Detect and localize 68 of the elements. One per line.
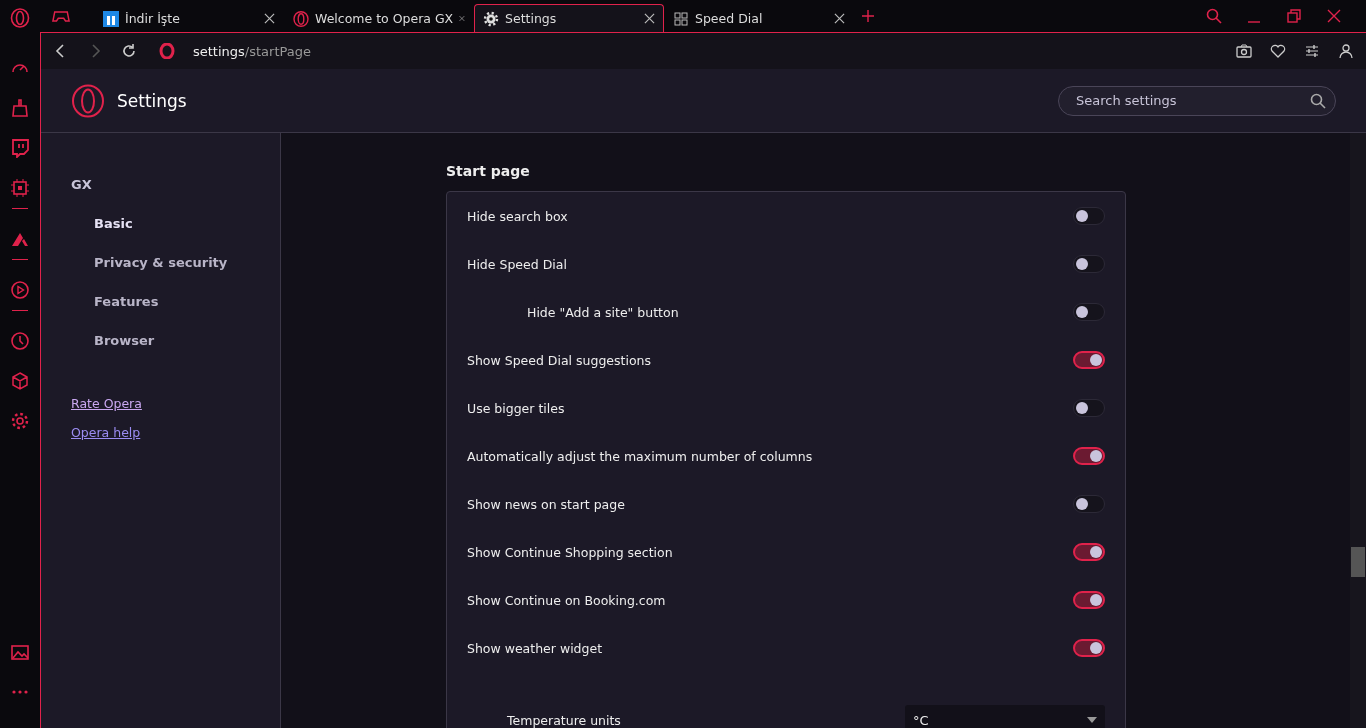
heart-icon[interactable]	[1270, 43, 1286, 59]
setting-label: Automatically adjust the maximum number of columns	[467, 448, 813, 464]
scrollbar[interactable]	[1350, 133, 1366, 728]
opera-logo-icon	[159, 43, 175, 59]
toggle-switch[interactable]	[1073, 495, 1105, 513]
nav-item[interactable]: Features	[94, 294, 159, 309]
cube-icon[interactable]	[10, 371, 30, 391]
broom-icon[interactable]	[10, 98, 30, 118]
twitch-icon[interactable]	[10, 138, 30, 158]
nav-item[interactable]: Browser	[94, 333, 155, 348]
settings-icon[interactable]	[10, 411, 30, 431]
nav-section[interactable]: GX	[71, 177, 92, 192]
setting-label: Show Continue on Booking.com	[467, 592, 666, 608]
setting-label: Show news on start page	[467, 496, 625, 512]
toggle-switch[interactable]	[1073, 255, 1105, 273]
browser-tab[interactable]: Speed Dial	[664, 4, 854, 32]
setting-label: Hide "Add a site" button	[527, 304, 679, 320]
close-icon[interactable]	[1326, 8, 1342, 24]
restore-icon[interactable]	[1286, 8, 1302, 24]
caret-icon	[1087, 717, 1097, 723]
setting-label: Show Continue Shopping section	[467, 544, 673, 560]
browser-tab[interactable]: İndir İşte	[94, 4, 284, 32]
setting-label: Show Speed Dial suggestions	[467, 352, 652, 368]
toggle-switch[interactable]	[1073, 543, 1105, 561]
toggle-switch[interactable]	[1073, 351, 1105, 369]
camera-icon[interactable]	[1236, 43, 1252, 59]
gamepad-icon[interactable]	[52, 9, 70, 23]
help-link[interactable]: Rate Opera	[71, 396, 142, 411]
setting-label: Use bigger tiles	[467, 400, 565, 416]
page-title: Settings	[117, 90, 187, 111]
setting-label: Hide Speed Dial	[467, 256, 567, 272]
toggle-switch[interactable]	[1073, 639, 1105, 657]
close-icon[interactable]	[264, 13, 275, 24]
image-icon[interactable]	[10, 642, 30, 662]
play-icon[interactable]	[10, 280, 30, 300]
gear-icon	[483, 10, 499, 27]
toggle-switch[interactable]	[1073, 207, 1105, 225]
opera-logo-icon	[71, 83, 105, 118]
section-title: Start page	[446, 163, 531, 179]
setting-label: Show weather widget	[467, 640, 603, 656]
browser-tab[interactable]: Settings	[474, 4, 664, 32]
opera-logo-icon[interactable]	[10, 8, 30, 28]
toggle-switch[interactable]	[1073, 447, 1105, 465]
nav-item[interactable]: Privacy & security	[94, 255, 228, 270]
opera-logo-icon	[293, 10, 309, 27]
grid-icon	[673, 10, 689, 27]
clock-icon[interactable]	[10, 331, 30, 351]
nav-item[interactable]: Basic	[94, 216, 133, 231]
app-icon	[103, 10, 119, 27]
toggle-switch[interactable]	[1073, 591, 1105, 609]
toggle-switch[interactable]	[1073, 399, 1105, 417]
temperature-dropdown[interactable]: °C	[905, 705, 1105, 728]
search-field[interactable]: Search settings	[1058, 85, 1336, 116]
reload-icon[interactable]	[121, 43, 137, 59]
help-link[interactable]: Opera help	[71, 425, 141, 440]
browser-tab[interactable]: Welcome to Opera GX	[284, 4, 474, 32]
address-field[interactable]: settings/startPage	[193, 43, 311, 59]
toggle-switch[interactable]	[1073, 303, 1105, 321]
setting-label: Temperature units	[507, 712, 621, 728]
chip-icon[interactable]	[10, 178, 30, 198]
user-icon[interactable]	[1338, 43, 1354, 59]
sliders-icon[interactable]	[1304, 43, 1320, 59]
close-icon[interactable]	[644, 13, 655, 24]
close-icon[interactable]	[834, 13, 845, 24]
plus-icon[interactable]	[862, 10, 874, 22]
setting-label: Hide search box	[467, 208, 568, 224]
search-icon[interactable]	[1310, 92, 1326, 109]
search-icon[interactable]	[1206, 8, 1222, 24]
